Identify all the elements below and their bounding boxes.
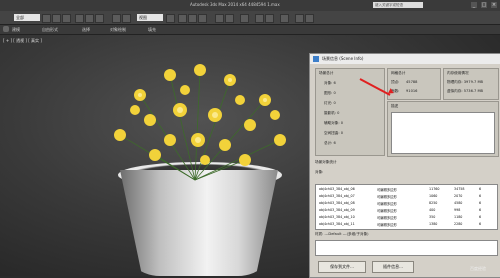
mirror-icon[interactable] [215,14,224,23]
scene-total-row: 总计: 6 [324,141,336,145]
main-toolbar: 全部 视图 [0,11,500,25]
select-icon[interactable] [42,14,51,23]
ribbon-tabs: 建模 自由形式 选择 对象绘制 填充 [0,25,500,35]
pivot-icon[interactable] [166,14,175,23]
description-textarea[interactable] [391,112,495,154]
dialog-title: 场景信息 (Scene Info) [310,54,500,64]
virtual-memory: 虚拟内存: 5736.7 MB [447,89,484,93]
close-button[interactable]: × [491,2,497,8]
vertices-label: 顶点: [391,80,400,84]
schematic-icon[interactable] [265,14,274,23]
scene-total-row: 辅助对象: 0 [324,121,344,125]
material-list[interactable] [315,240,498,256]
mesh-totals-panel: 网格总计 顶点: 45788 面数: 91016 [387,68,441,100]
angle-snap-icon[interactable] [188,14,197,23]
material-editor-icon[interactable] [280,14,289,23]
percent-snap-icon[interactable] [198,14,207,23]
layer-icon[interactable] [240,14,249,23]
app-title: Autodesk 3ds Max 2014 x64 4484594 1.max [190,2,280,7]
watermark-text: 百度经验 [470,266,486,271]
reference-coordinate-dropdown[interactable]: 视图 [137,14,163,21]
tab-modeling[interactable]: 建模 [12,27,20,33]
objects-label: 对象: [315,170,324,174]
render-setup-icon[interactable] [295,14,304,23]
plugin-info-button[interactable]: 插件信息... [372,261,414,273]
maximize-button[interactable]: □ [481,2,487,8]
selection-filter-dropdown[interactable]: 全部 [14,14,40,21]
move-icon[interactable] [75,14,84,23]
mesh-totals-caption: 网格总计 [391,71,406,75]
scene-total-row: 摄影机: 0 [324,111,340,115]
memory-panel: 内存使用情况 物理内存: 3979.7 MB 虚拟内存: 5736.7 MB [443,68,499,100]
scene-objects-caption: 场景对象统计 [315,160,337,164]
tab-freeform[interactable]: 自由形式 [42,27,58,33]
window-controls: _ □ × [471,2,497,8]
render-icon[interactable] [305,14,314,23]
scale-icon[interactable] [95,14,104,23]
select-by-name-icon[interactable] [52,14,61,23]
search-input[interactable]: 键入关键字或短语 [373,2,423,8]
link-icon[interactable] [112,14,121,23]
align-icon[interactable] [225,14,234,23]
rotate-icon[interactable] [85,14,94,23]
material-caption: 材质: ---Default ---(多维/子对象) [315,232,369,236]
viewport-label[interactable]: [ + ] [ 透视 ] [ 真实 ] [3,38,42,44]
memory-caption: 内存使用情况 [447,71,469,75]
tab-populate[interactable]: 填充 [148,27,156,33]
dialog-app-icon [313,56,319,62]
unlink-icon[interactable] [122,14,131,23]
objects-list[interactable]: obj4ch03_384_obj_06 可编辑多边形 11760 34758 6 obj… [315,184,498,230]
description-panel: 描述 [387,101,499,157]
ribbon-menu-icon[interactable] [3,26,9,32]
description-caption: 描述 [391,104,399,108]
physical-memory: 物理内存: 3979.7 MB [447,80,484,84]
scene-total-row: 空间扭曲: 0 [324,131,344,135]
scene-total-row: 对象: 6 [324,81,336,85]
save-to-file-button[interactable]: 保存到文件... [318,261,366,273]
faces-value: 91016 [406,89,418,93]
tab-object-paint[interactable]: 对象绘制 [110,27,126,33]
minimize-button[interactable]: _ [471,2,477,8]
scene-totals-caption: 场景总计 [319,71,334,75]
tab-selection[interactable]: 选择 [82,27,90,33]
vertices-value: 45788 [406,80,418,84]
scene-totals-panel: 场景总计 对象: 6 图形: 0 灯光: 0 摄影机: 0 辅助对象: 0 空间… [315,68,385,156]
scene-total-row: 灯光: 0 [324,101,336,105]
flower-bouquet [114,64,286,181]
snap-icon[interactable] [178,14,187,23]
curve-editor-icon[interactable] [255,14,264,23]
scene-total-row: 图形: 0 [324,91,336,95]
region-select-icon[interactable] [62,14,71,23]
scene-info-dialog: 场景信息 (Scene Info) 场景总计 对象: 6 图形: 0 灯光: 0… [309,53,500,278]
